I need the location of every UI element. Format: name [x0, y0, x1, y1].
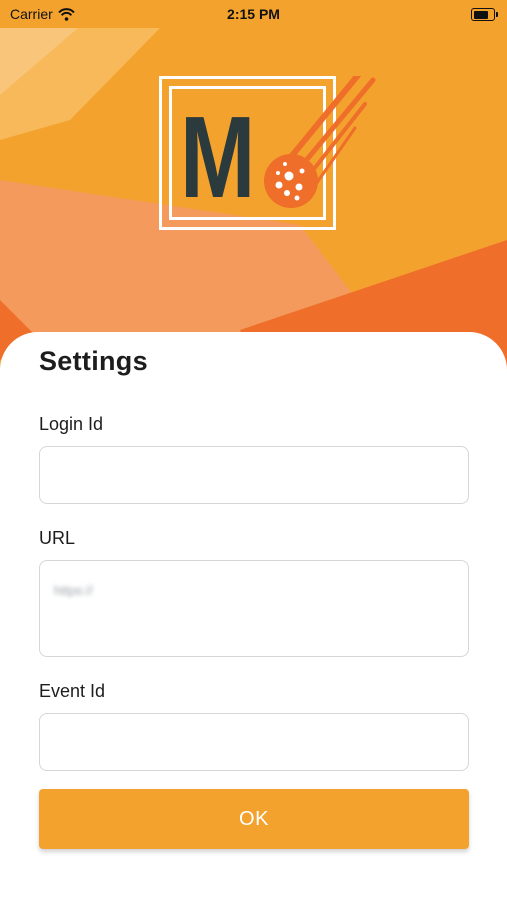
battery-icon [471, 8, 498, 21]
url-label: URL [39, 528, 76, 548]
battery-level [473, 10, 488, 19]
ok-button[interactable]: OK [39, 789, 469, 849]
status-time: 2:15 PM [227, 6, 280, 22]
status-bar: Carrier 2:15 PM [0, 0, 507, 28]
login-id-label: Login Id [39, 414, 104, 434]
header-banner: Carrier 2:15 PM M [0, 0, 507, 370]
login-id-input[interactable] [39, 446, 469, 504]
url-input[interactable] [39, 560, 469, 657]
comet-icon [264, 76, 376, 208]
page-title: Settings [39, 346, 148, 376]
url-value: https:// [54, 583, 94, 598]
event-id-label: Event Id [39, 681, 106, 701]
event-id-input[interactable] [39, 713, 469, 771]
